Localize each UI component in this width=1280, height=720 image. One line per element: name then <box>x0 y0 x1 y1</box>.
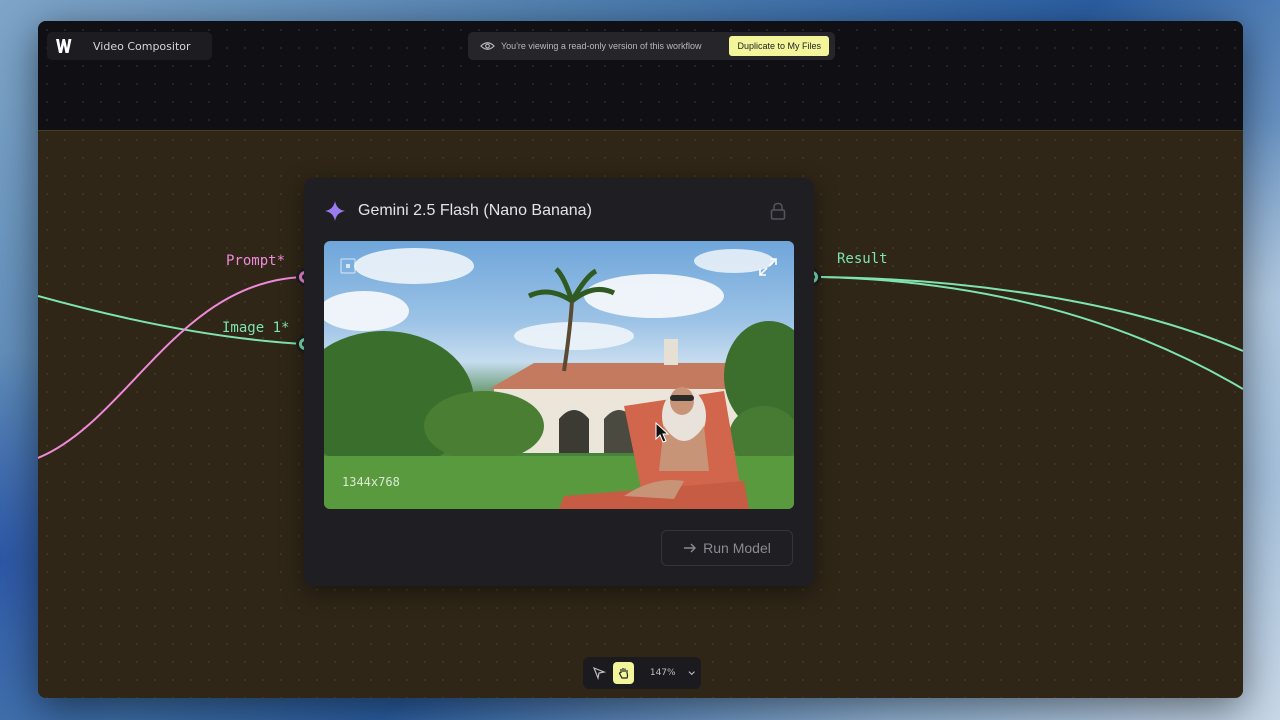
app-title: Video Compositor <box>93 39 191 53</box>
image-port-label: Image 1* <box>222 320 290 336</box>
app-window: Video Compositor You're viewing a read-o… <box>38 21 1243 698</box>
hand-icon <box>618 668 628 679</box>
select-tool[interactable] <box>589 662 609 684</box>
output-image <box>324 248 794 509</box>
expand-icon[interactable] <box>758 257 778 277</box>
pointer-icon <box>593 666 607 680</box>
banner-text: You're viewing a read-only version of th… <box>501 41 702 51</box>
chevron-down-icon[interactable] <box>688 669 695 677</box>
mouse-cursor-icon <box>655 422 669 443</box>
read-only-banner: You're viewing a read-only version of th… <box>468 32 835 60</box>
sparkle-icon <box>325 201 345 221</box>
image-dimensions: 1344x768 <box>342 475 400 489</box>
run-model-button[interactable]: Run Model <box>661 530 793 566</box>
prompt-port-label: Prompt* <box>226 253 286 269</box>
duplicate-button[interactable]: Duplicate to My Files <box>729 36 829 56</box>
top-bar: Video Compositor You're viewing a read-o… <box>38 21 1243 131</box>
hand-tool[interactable] <box>613 662 634 684</box>
result-port-label: Result <box>837 251 888 267</box>
output-image-preview[interactable]: 1344x768 <box>324 241 794 509</box>
zoom-level[interactable]: 147% <box>650 668 676 678</box>
app-menu[interactable]: Video Compositor <box>47 32 212 60</box>
eye-icon <box>480 42 495 50</box>
node-title: Gemini 2.5 Flash (Nano Banana) <box>358 202 592 219</box>
arrow-right-icon <box>684 543 697 553</box>
select-image-icon[interactable] <box>340 258 356 274</box>
model-node[interactable]: Gemini 2.5 Flash (Nano Banana) 1344x768 … <box>304 178 814 586</box>
run-model-label: Run Model <box>703 540 771 556</box>
lock-icon[interactable] <box>770 202 786 220</box>
app-logo-icon <box>56 39 72 53</box>
canvas-toolbar: 147% <box>583 657 701 689</box>
